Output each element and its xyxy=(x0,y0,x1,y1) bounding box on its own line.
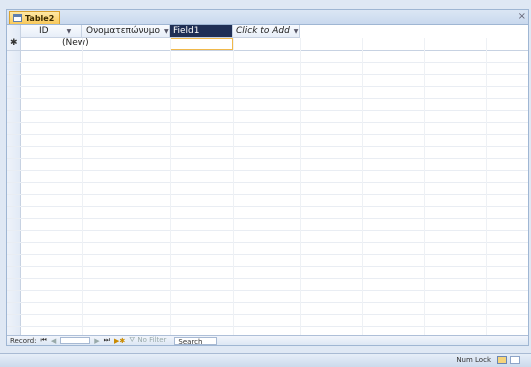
datasheet-view-icon[interactable] xyxy=(497,356,507,364)
datasheet-grid: ID ▼ Ονοματεπώνυμο ▼ Field1 Click to Add… xyxy=(7,25,528,338)
grid-line xyxy=(7,326,528,327)
record-label: Record: xyxy=(10,336,37,345)
no-filter-label: No Filter xyxy=(137,336,167,344)
grid-line xyxy=(7,230,528,231)
grid-line xyxy=(7,134,528,135)
grid-line xyxy=(7,206,528,207)
grid-line xyxy=(362,38,363,338)
grid-line xyxy=(7,62,528,63)
search-input[interactable]: Search xyxy=(174,336,218,346)
close-icon[interactable]: × xyxy=(518,11,526,22)
grid-line xyxy=(300,38,301,338)
grid-line xyxy=(7,170,528,171)
record-navigation-bar: Record: ⏮ ◀ ▶ ⏭ ▶✱ ⛛ No Filter Search xyxy=(7,335,528,346)
last-record-icon[interactable]: ⏭ xyxy=(104,336,110,345)
record-number-input[interactable] xyxy=(60,337,91,344)
grid-line xyxy=(7,218,528,219)
grid-line xyxy=(7,158,528,159)
column-header-field1[interactable]: Field1 xyxy=(170,25,233,38)
table-icon xyxy=(13,14,22,22)
grid-line xyxy=(7,266,528,267)
grid-line xyxy=(7,254,528,255)
grid-line xyxy=(424,38,425,338)
chevron-down-icon[interactable]: ▼ xyxy=(164,28,169,35)
filter-icon: ⛛ xyxy=(129,336,136,344)
chevron-down-icon[interactable]: ▼ xyxy=(294,28,299,35)
new-record-icon: ✱ xyxy=(10,38,18,48)
chevron-down-icon[interactable]: ▼ xyxy=(67,28,72,35)
column-header-label: ID xyxy=(39,26,49,36)
grid-line xyxy=(7,314,528,315)
new-record-button-icon[interactable]: ▶✱ xyxy=(114,337,125,345)
grid-line xyxy=(7,242,528,243)
previous-record-icon[interactable]: ◀ xyxy=(51,337,56,345)
grid-line xyxy=(7,110,528,111)
grid-line xyxy=(7,182,528,183)
grid-line xyxy=(7,302,528,303)
datasheet-window: Table2 × ID ▼ Ονοματεπώνυμο ▼ Field1 Cli… xyxy=(6,9,529,346)
column-header-id[interactable]: ID ▼ xyxy=(21,25,82,38)
status-bar: Num Lock xyxy=(0,353,531,367)
tab-table2[interactable]: Table2 xyxy=(9,11,60,24)
grid-line xyxy=(7,86,528,87)
grid-line xyxy=(7,290,528,291)
grid-line xyxy=(82,38,83,338)
column-header-label: Click to Add xyxy=(236,26,290,36)
grid-line xyxy=(7,146,528,147)
column-header-label: Field1 xyxy=(173,26,200,36)
field1-new-cell[interactable] xyxy=(170,38,233,50)
column-header-name[interactable]: Ονοματεπώνυμο ▼ xyxy=(82,25,170,38)
grid-line xyxy=(233,38,234,338)
column-header-click-to-add[interactable]: Click to Add ▼ xyxy=(233,25,300,38)
grid-line xyxy=(7,278,528,279)
grid-line xyxy=(7,98,528,99)
document-tab-bar: Table2 × xyxy=(7,10,528,25)
new-record-row[interactable]: ✱ (New) xyxy=(7,38,528,51)
num-lock-indicator: Num Lock xyxy=(456,356,491,364)
design-view-icon[interactable] xyxy=(510,356,520,364)
grid-line xyxy=(486,38,487,338)
first-record-icon[interactable]: ⏮ xyxy=(41,336,47,345)
column-header-label: Ονοματεπώνυμο xyxy=(86,26,160,36)
new-record-id: (New) xyxy=(62,38,89,48)
grid-line xyxy=(170,38,171,338)
grid-line xyxy=(7,74,528,75)
next-record-icon[interactable]: ▶ xyxy=(94,337,99,345)
grid-line xyxy=(7,194,528,195)
no-filter-button[interactable]: ⛛ No Filter xyxy=(129,336,166,345)
tab-label: Table2 xyxy=(25,13,55,23)
grid-line xyxy=(7,122,528,123)
